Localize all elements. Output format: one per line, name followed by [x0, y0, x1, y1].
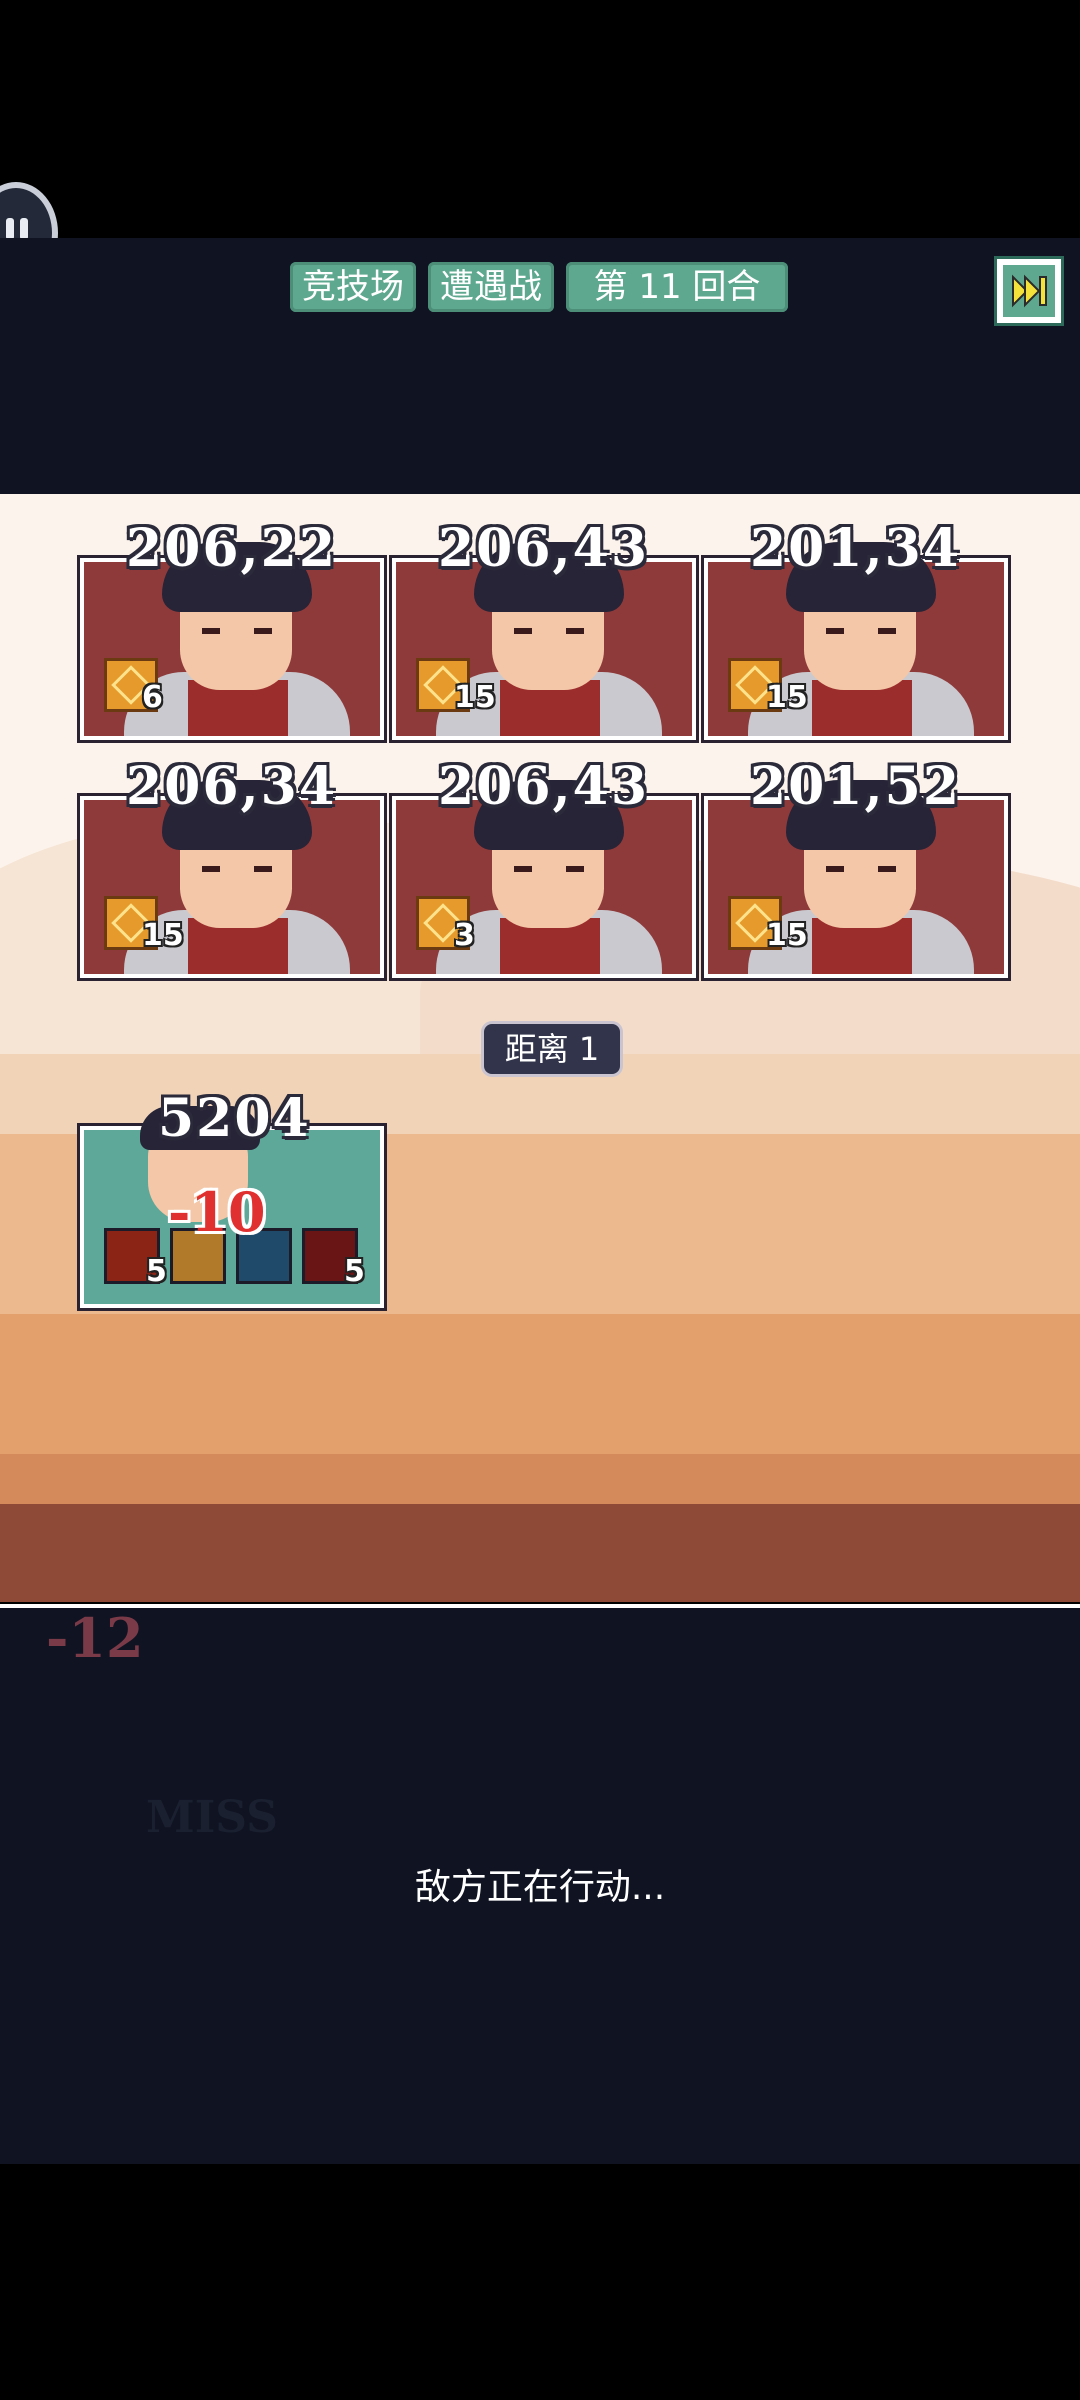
buff-count: 15	[766, 680, 808, 715]
fast-forward-button[interactable]	[994, 256, 1064, 326]
fast-forward-icon	[1012, 274, 1047, 308]
hero-damage-number: -10	[168, 1180, 266, 1244]
miss-text: MISS	[146, 1792, 278, 1843]
tag-arena: 竞技场	[290, 262, 416, 312]
enemy-card[interactable]: 15	[80, 780, 384, 978]
enemy-card[interactable]: 15	[704, 542, 1008, 740]
buff-count: 15	[142, 918, 184, 953]
enemy-hp: 201,52	[750, 756, 962, 817]
enemy-hp: 206,43	[438, 518, 650, 579]
item-count: 5	[146, 1254, 167, 1289]
item-count: 5	[344, 1254, 365, 1289]
hero-hp: 5204	[158, 1088, 311, 1149]
log-damage-number: -12	[46, 1606, 144, 1670]
buff-count: 6	[142, 680, 163, 715]
enemy-hp: 201,34	[750, 518, 962, 579]
buff-count: 15	[454, 680, 496, 715]
enemy-card[interactable]: 15	[704, 780, 1008, 978]
enemy-card[interactable]: 3	[392, 780, 696, 978]
distance-indicator: 距离 1	[484, 1024, 620, 1074]
enemy-hp: 206,22	[126, 518, 338, 579]
buff-count: 15	[766, 918, 808, 953]
pause-icon	[6, 218, 14, 240]
enemy-hp: 206,34	[126, 756, 338, 817]
enemy-card[interactable]: 6	[80, 542, 384, 740]
buff-count: 3	[454, 918, 475, 953]
round-indicator: 第 11 回合	[566, 262, 788, 312]
enemy-hp: 206,43	[438, 756, 650, 817]
tag-encounter: 遭遇战	[428, 262, 554, 312]
status-text: 敌方正在行动...	[414, 1867, 666, 1908]
enemy-card[interactable]: 15	[392, 542, 696, 740]
